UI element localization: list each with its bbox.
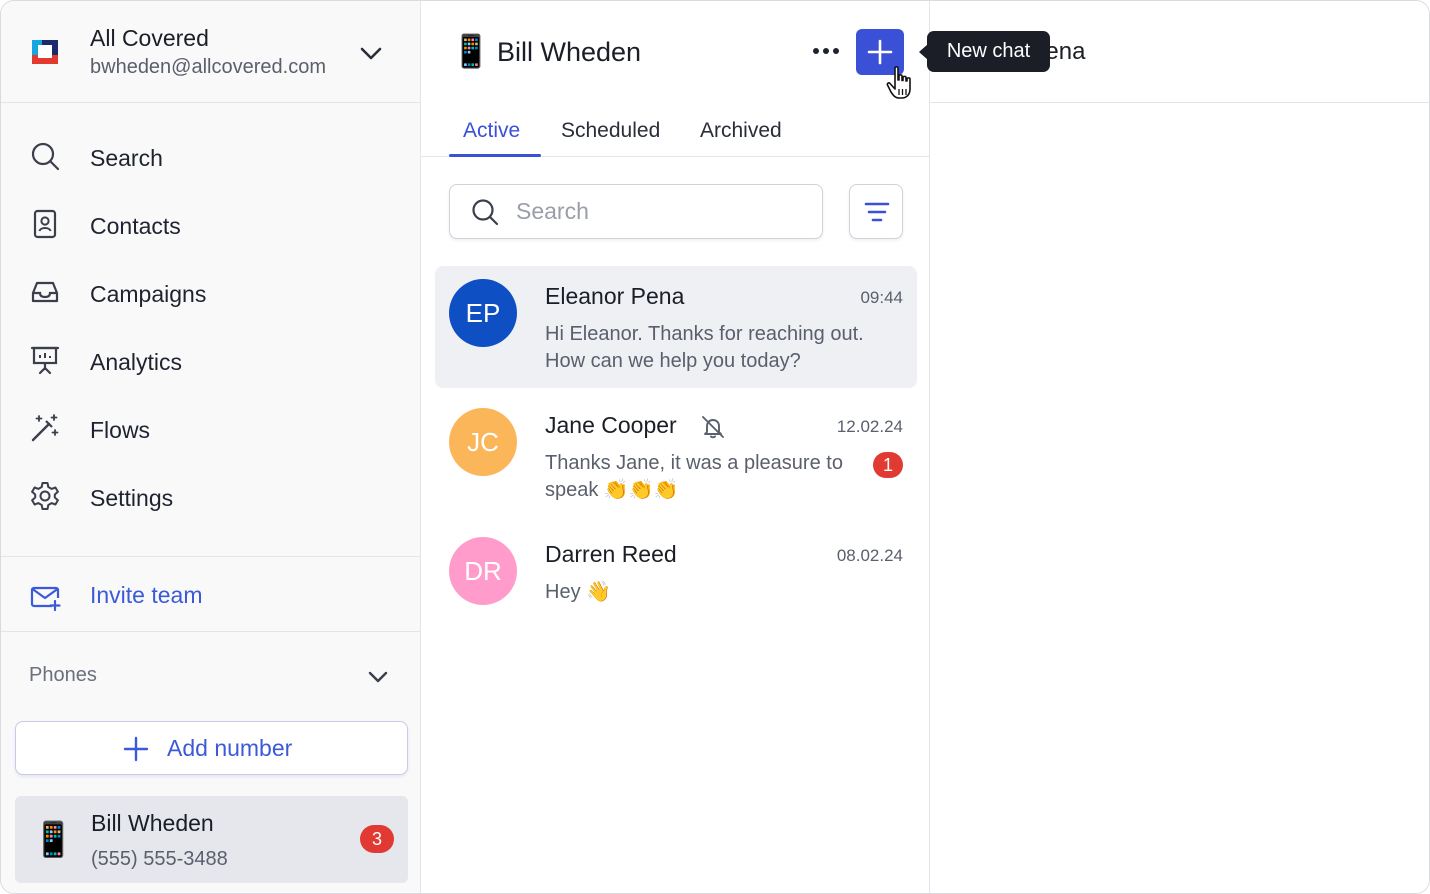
search-icon bbox=[472, 199, 499, 226]
message-time: 12.02.24 bbox=[836, 417, 903, 436]
avatar: EP bbox=[449, 279, 517, 347]
chevron-down-icon[interactable] bbox=[365, 664, 391, 690]
nav-label: Settings bbox=[90, 485, 174, 511]
nav-label: Flows bbox=[90, 417, 151, 443]
conversation-item[interactable]: EP Eleanor Pena 09:44 Hi Eleanor. Thanks… bbox=[435, 266, 917, 388]
tab-scheduled[interactable]: Scheduled bbox=[561, 119, 660, 143]
message-preview: Hi Eleanor. Thanks for reaching out. How… bbox=[545, 323, 864, 372]
nav-label: Contacts bbox=[90, 213, 181, 239]
contact-name: Darren Reed bbox=[545, 541, 677, 567]
account-name: All Covered bbox=[90, 25, 209, 51]
search-input[interactable] bbox=[516, 195, 806, 227]
conversation-item[interactable]: DR Darren Reed 08.02.24 Hey 👋 bbox=[435, 524, 917, 646]
chevron-down-icon[interactable] bbox=[357, 39, 385, 67]
mail-plus-icon bbox=[30, 586, 61, 612]
mobile-phone-icon: 📱 bbox=[32, 821, 75, 859]
filter-button[interactable] bbox=[849, 184, 903, 239]
message-time: 08.02.24 bbox=[836, 546, 903, 565]
add-number-label: Add number bbox=[167, 735, 293, 761]
brand-logo-icon bbox=[32, 40, 58, 64]
plus-icon bbox=[123, 736, 149, 762]
invite-team-label: Invite team bbox=[90, 582, 203, 608]
inbox-title: Bill Wheden bbox=[497, 37, 642, 67]
nav-label: Analytics bbox=[90, 349, 183, 375]
conversation-detail-panel: Eleanor Pena bbox=[930, 1, 1429, 893]
inbox-header: 📱 Bill Wheden bbox=[421, 1, 930, 103]
conversation-list-panel: 📱 Bill Wheden Active Scheduled Archived bbox=[421, 1, 930, 893]
contact-book-icon bbox=[33, 209, 57, 239]
unread-badge: 1 bbox=[873, 452, 903, 478]
nav-item-contacts[interactable]: Contacts bbox=[1, 194, 421, 250]
nav-item-campaigns[interactable]: Campaigns bbox=[1, 262, 421, 318]
account-email: bwheden@allcovered.com bbox=[90, 56, 326, 78]
message-preview: Thanks Jane, it was a pleasure to speak … bbox=[545, 452, 843, 501]
nav-item-settings[interactable]: Settings bbox=[1, 466, 421, 522]
sidebar: All Covered bwheden@allcovered.com Searc… bbox=[1, 1, 421, 893]
more-options-icon[interactable] bbox=[808, 37, 844, 65]
search-icon bbox=[31, 142, 60, 171]
add-number-button[interactable]: Add number bbox=[15, 721, 408, 775]
invite-team-link[interactable]: Invite team bbox=[1, 569, 421, 625]
phone-number: (555) 555-3488 bbox=[91, 848, 228, 870]
conversation-item[interactable]: JC Jane Cooper 12.02.24 Thanks Jane, it … bbox=[435, 395, 917, 517]
magic-wand-icon bbox=[31, 414, 59, 442]
nav-label: Campaigns bbox=[90, 281, 207, 307]
nav-label: Search bbox=[90, 145, 163, 171]
gear-icon bbox=[31, 482, 59, 510]
divider bbox=[1, 556, 421, 557]
app-window: All Covered bwheden@allcovered.com Searc… bbox=[0, 0, 1430, 894]
mobile-phone-icon: 📱 bbox=[451, 33, 491, 69]
phone-item[interactable]: 📱 Bill Wheden (555) 555-3488 3 bbox=[15, 796, 408, 883]
tab-active[interactable]: Active bbox=[463, 119, 520, 143]
new-chat-tooltip: New chat bbox=[927, 31, 1050, 72]
avatar: JC bbox=[449, 408, 517, 476]
message-preview: Hey 👋 bbox=[545, 581, 612, 603]
pointer-hand-cursor-icon bbox=[886, 66, 911, 99]
phone-owner-name: Bill Wheden bbox=[91, 810, 214, 836]
nav-item-analytics[interactable]: Analytics bbox=[1, 330, 421, 386]
bell-off-icon bbox=[702, 416, 724, 439]
divider bbox=[1, 631, 421, 632]
contact-name: Eleanor Pena bbox=[545, 283, 685, 309]
inbox-icon bbox=[31, 281, 59, 303]
conversation-tabs: Active Scheduled Archived bbox=[421, 103, 930, 157]
plus-icon bbox=[867, 39, 893, 65]
filter-lines-icon bbox=[864, 202, 890, 222]
account-switcher[interactable]: All Covered bwheden@allcovered.com bbox=[1, 1, 421, 103]
message-time: 09:44 bbox=[860, 288, 903, 307]
conversation-search bbox=[449, 184, 823, 239]
contact-name: Jane Cooper bbox=[545, 412, 677, 438]
avatar: DR bbox=[449, 537, 517, 605]
unread-badge: 3 bbox=[360, 825, 394, 853]
tab-archived[interactable]: Archived bbox=[700, 119, 782, 143]
presentation-chart-icon bbox=[30, 346, 60, 375]
phones-section-header: Phones bbox=[29, 664, 97, 686]
nav-item-flows[interactable]: Flows bbox=[1, 398, 421, 454]
nav-item-search[interactable]: Search bbox=[1, 126, 421, 182]
active-tab-indicator bbox=[449, 154, 541, 157]
